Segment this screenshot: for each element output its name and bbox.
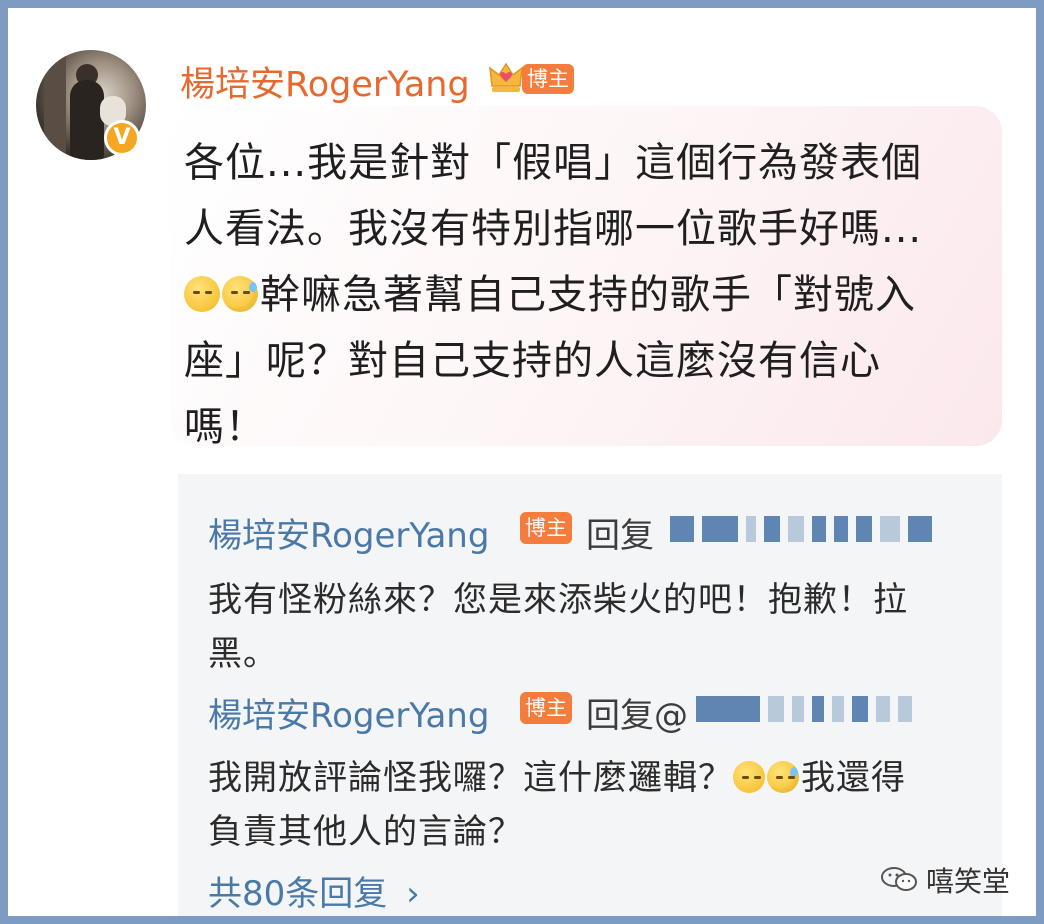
reply-action: 回复 xyxy=(586,516,654,556)
mention-at[interactable]: @ xyxy=(654,696,688,736)
reply-action-wrap: 回复@ xyxy=(586,688,688,737)
chevron-right-icon: › xyxy=(406,874,420,914)
reply-author[interactable]: 楊培安RogerYang xyxy=(208,688,489,737)
reply-action: 回复 xyxy=(586,696,654,736)
post-line-5: 嗎！ xyxy=(184,404,266,450)
avatar-tree xyxy=(44,50,66,160)
verified-v-icon: V xyxy=(104,120,140,156)
reply-2-line-1-wrap: 我開放評論怪我囉？這什麼邏輯？ 我還得 xyxy=(208,750,906,799)
reply-2-line-2: 負責其他人的言論？ xyxy=(208,812,523,852)
reply-2-line-1: 我開放評論怪我囉？這什麼邏輯？ xyxy=(208,758,733,798)
post-line-1: 各位...我是針對「假唱」這個行為發表個 xyxy=(184,140,923,186)
post-content-bubble: 各位...我是針對「假唱」這個行為發表個 人看法。我沒有特別指哪一位歌手好嗎..… xyxy=(170,106,1002,450)
reply-author[interactable]: 楊培安RogerYang xyxy=(208,508,489,557)
smirk-emoji-icon xyxy=(184,276,220,312)
replies-panel: 楊培安RogerYang 博主 回复 我有怪粉絲來？您是來添柴火的吧！抱歉！拉 … xyxy=(178,474,1002,916)
reply-1-line-1: 我有怪粉絲來？您是來添柴火的吧！抱歉！拉 xyxy=(208,580,908,620)
more-replies-link[interactable]: 共80条回复 › xyxy=(208,866,420,915)
crown-icon xyxy=(489,62,523,92)
wechat-icon xyxy=(881,867,917,891)
watermark: 嘻笑堂 xyxy=(926,865,1011,898)
post-line-4: 座」呢？對自己支持的人這麼沒有信心 xyxy=(184,338,881,384)
screenshot-frame: V 楊培安RogerYang 博主 各位...我是針對「假唱」這個行為發表個 人… xyxy=(8,8,1036,916)
reply-1-line-2: 黑。 xyxy=(208,634,278,674)
sweat-drop xyxy=(790,767,798,777)
avatar-person xyxy=(70,80,104,160)
reply-blogger-badge: 博主 xyxy=(520,512,572,544)
sweat-drop xyxy=(249,282,257,292)
blogger-badge: 博主 xyxy=(522,64,574,94)
post-line-3: 幹嘛急著幫自己支持的歌手「對號入 xyxy=(260,272,916,318)
pixelated-username xyxy=(696,694,912,724)
post-username[interactable]: 楊培安RogerYang xyxy=(180,56,470,107)
sweat-emoji-icon xyxy=(222,276,258,312)
reply-2-line-1b: 我還得 xyxy=(801,758,906,798)
post-line-2: 人看法。我沒有特別指哪一位歌手好嗎... xyxy=(184,206,923,252)
post-line-3-wrap: 幹嘛急著幫自己支持的歌手「對號入 xyxy=(184,262,916,320)
smirk-emoji-icon xyxy=(733,761,765,793)
sweat-emoji-icon xyxy=(767,761,799,793)
reply-blogger-badge: 博主 xyxy=(520,692,572,724)
pixelated-username xyxy=(670,514,932,544)
more-replies-label: 共80条回复 xyxy=(208,874,388,914)
